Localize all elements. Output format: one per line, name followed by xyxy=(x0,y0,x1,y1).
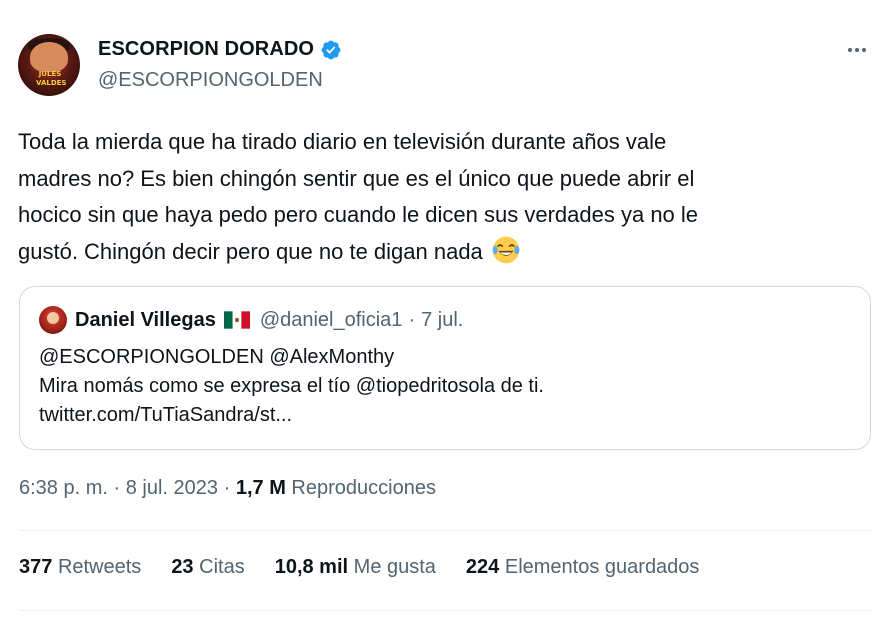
quoted-tweet[interactable]: Daniel Villegas @daniel_oficia1 · 7 jul.… xyxy=(19,286,871,450)
stat-count: 377 xyxy=(19,556,53,578)
divider xyxy=(19,530,873,531)
quoted-text-line: @ESCORPIONGOLDEN @AlexMonthy xyxy=(39,346,395,368)
tweet-text-line: madres no? Es bien chingón sentir que es… xyxy=(18,165,695,191)
author-avatar[interactable]: JULES VALDES xyxy=(18,34,80,96)
stat-label: Citas xyxy=(199,556,245,578)
quoted-text-line: twitter.com/TuTiaSandra/st... xyxy=(39,404,293,426)
stat-count: 10,8 mil xyxy=(274,556,349,578)
meta-separator: · xyxy=(113,477,121,499)
tweet-date[interactable]: 8 jul. 2023 xyxy=(126,477,218,499)
quoted-separator: · xyxy=(408,308,416,331)
meta-separator: · xyxy=(223,477,231,499)
tweet-metadata: 6:38 p. m. · 8 jul. 2023 · 1,7 M Reprodu… xyxy=(19,477,436,500)
engagement-stats: 377 Retweets 23 Citas 10,8 mil Me gusta … xyxy=(19,556,699,579)
stat-bookmarks[interactable]: 224 Elementos guardados xyxy=(466,556,700,579)
views-label: Reproducciones xyxy=(291,477,436,499)
stat-count: 23 xyxy=(171,556,194,578)
stat-quotes[interactable]: 23 Citas xyxy=(171,556,244,579)
divider xyxy=(19,610,873,611)
tweet-detail: JULES VALDES ESCORPION DORADO @ESCORPION… xyxy=(0,0,892,620)
stat-retweets[interactable]: 377 Retweets xyxy=(19,556,141,579)
author-display-name[interactable]: ESCORPION DORADO xyxy=(98,38,314,61)
author-name-row[interactable]: ESCORPION DORADO xyxy=(98,38,342,61)
verified-badge-icon xyxy=(321,40,341,59)
quoted-text-line: Mira nomás como se expresa el tío @tiope… xyxy=(39,375,544,397)
tweet-time[interactable]: 6:38 p. m. xyxy=(19,477,108,499)
tweet-text-line: Toda la mierda que ha tirado diario en t… xyxy=(18,129,667,154)
stat-label: Retweets xyxy=(57,556,142,578)
author-handle[interactable]: @ESCORPIONGOLDEN xyxy=(98,69,323,92)
face-with-tears-of-joy-icon xyxy=(492,236,520,263)
tweet-text-line-last: gustó. Chingón decir pero que no te diga… xyxy=(18,234,868,271)
stat-label: Elementos guardados xyxy=(504,556,700,578)
quoted-author-name[interactable]: Daniel Villegas xyxy=(75,309,216,332)
quoted-tweet-text: @ESCORPIONGOLDEN @AlexMonthy Mira nomás … xyxy=(39,343,849,430)
quoted-tweet-header: Daniel Villegas @daniel_oficia1 · 7 jul. xyxy=(39,306,463,334)
stat-label: Me gusta xyxy=(353,556,436,578)
stat-count: 224 xyxy=(465,556,500,578)
quoted-date[interactable]: 7 jul. xyxy=(421,309,463,332)
more-options-icon[interactable] xyxy=(842,38,872,62)
quoted-author-handle[interactable]: @daniel_oficia1 xyxy=(260,309,403,332)
tweet-text: Toda la mierda que ha tirado diario en t… xyxy=(18,124,868,270)
avatar-logo-text: JULES VALDES xyxy=(36,70,67,87)
views-count: 1,7 M xyxy=(235,477,286,499)
tweet-text-line: hocico sin que haya pedo pero cuando le … xyxy=(18,202,699,227)
avatar-face xyxy=(30,42,68,72)
quoted-author-avatar[interactable] xyxy=(39,306,67,334)
mexico-flag-icon xyxy=(223,311,250,329)
stat-likes[interactable]: 10,8 mil Me gusta xyxy=(275,556,436,579)
